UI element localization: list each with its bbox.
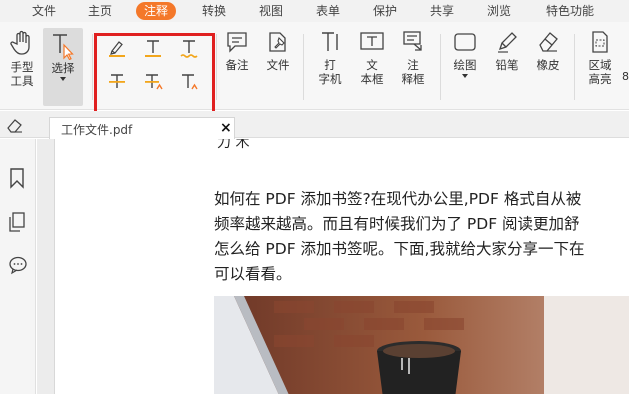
menu-bar: 文件 主页 注释 转换 视图 表单 保护 共享 浏览 特色功能 bbox=[0, 0, 629, 22]
area-highlight-icon bbox=[592, 31, 608, 53]
file-attach-button[interactable]: 文件 bbox=[260, 30, 296, 72]
eraser-label: 橡皮 bbox=[536, 58, 560, 72]
comment-icon[interactable] bbox=[8, 255, 28, 275]
menu-features[interactable]: 特色功能 bbox=[542, 2, 598, 20]
textbox-label: 文 本框 bbox=[360, 58, 384, 86]
drawing-button[interactable]: 绘图 bbox=[447, 30, 483, 78]
typewriter-icon bbox=[322, 32, 338, 51]
chevron-down-icon[interactable] bbox=[462, 74, 468, 78]
menu-protect[interactable]: 保护 bbox=[371, 2, 399, 20]
menu-form[interactable]: 表单 bbox=[314, 2, 342, 20]
chevron-down-icon[interactable] bbox=[60, 77, 66, 81]
menu-home[interactable]: 主页 bbox=[86, 2, 114, 20]
rectangle-icon bbox=[454, 33, 476, 51]
area-highlight-label: 区域 高亮 bbox=[588, 58, 612, 86]
eraser-icon[interactable] bbox=[6, 117, 24, 133]
paragraph: 如何在 PDF 添加书签?在现代办公里,PDF 格式自从被 频率越来越高。而且有… bbox=[214, 187, 629, 287]
typewriter-label: 打 字机 bbox=[318, 58, 342, 86]
callout-button[interactable]: 注 释框 bbox=[395, 30, 431, 86]
menu-view[interactable]: 视图 bbox=[257, 2, 285, 20]
bookmark-icon[interactable] bbox=[8, 167, 26, 189]
divider bbox=[440, 34, 441, 100]
hand-tool-button[interactable]: 手型 工具 bbox=[4, 30, 40, 88]
pencil-icon bbox=[498, 32, 517, 53]
text-line: 怎么给 PDF 添加书签呢。下面,我就给大家分享一下在 bbox=[214, 240, 585, 258]
pages-icon[interactable] bbox=[8, 211, 26, 233]
menu-share[interactable]: 共享 bbox=[428, 2, 456, 20]
hand-icon bbox=[10, 30, 30, 55]
pencil-button[interactable]: 铅笔 bbox=[489, 30, 525, 72]
select-tool-label: 选择 bbox=[51, 61, 75, 75]
pin-file-icon bbox=[269, 32, 286, 52]
overflow-label: 8 bbox=[622, 70, 629, 83]
file-attach-label: 文件 bbox=[266, 58, 290, 72]
note-button[interactable]: 备注 bbox=[219, 30, 255, 72]
left-panel bbox=[0, 139, 36, 394]
hand-tool-label: 手型 工具 bbox=[10, 60, 34, 88]
select-tool-button[interactable]: 选择 bbox=[43, 28, 83, 106]
document-photo bbox=[214, 296, 629, 394]
textbox-button[interactable]: 文 本框 bbox=[354, 30, 390, 86]
photo-laptop-cup bbox=[214, 296, 629, 394]
textbox-icon bbox=[360, 32, 384, 50]
text-line: 频率越来越高。而且有时候我们为了 PDF 阅读更加舒 bbox=[214, 215, 580, 233]
divider bbox=[92, 34, 93, 100]
menu-annotate[interactable]: 注释 bbox=[136, 2, 177, 20]
drawing-label: 绘图 bbox=[453, 58, 477, 72]
text-line: 如何在 PDF 添加书签?在现代办公里,PDF 格式自从被 bbox=[214, 190, 582, 208]
document-view[interactable]: 力 木 如何在 PDF 添加书签?在现代办公里,PDF 格式自从被 频率越来越高… bbox=[56, 139, 629, 394]
menu-convert[interactable]: 转换 bbox=[200, 2, 228, 20]
text-cursor-icon bbox=[53, 34, 74, 60]
highlight-frame bbox=[94, 33, 215, 114]
divider bbox=[574, 34, 575, 100]
callout-icon bbox=[403, 31, 422, 51]
divider bbox=[216, 34, 217, 100]
divider bbox=[303, 34, 304, 100]
note-icon bbox=[227, 32, 247, 53]
note-label: 备注 bbox=[225, 58, 249, 72]
close-icon[interactable]: × bbox=[220, 120, 232, 136]
text-line: 可以看看。 bbox=[214, 265, 292, 283]
pencil-label: 铅笔 bbox=[495, 58, 519, 72]
menu-browse[interactable]: 浏览 bbox=[485, 2, 513, 20]
eraser-button[interactable]: 橡皮 bbox=[530, 30, 566, 72]
document-tab-title: 工作文件.pdf bbox=[61, 123, 133, 137]
eraser-icon bbox=[539, 32, 558, 52]
typewriter-button[interactable]: 打 字机 bbox=[312, 30, 348, 86]
page-gutter bbox=[37, 139, 55, 394]
menu-file[interactable]: 文件 bbox=[30, 2, 58, 20]
callout-label: 注 释框 bbox=[401, 58, 425, 86]
text-fragment: 力 木 bbox=[217, 139, 250, 151]
area-highlight-button[interactable]: 区域 高亮 bbox=[582, 30, 618, 86]
document-tab[interactable]: 工作文件.pdf × bbox=[49, 117, 235, 139]
